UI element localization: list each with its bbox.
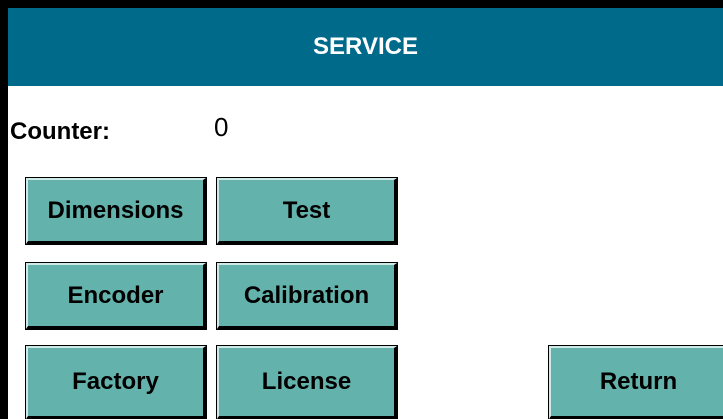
encoder-button[interactable]: Encoder bbox=[25, 262, 207, 330]
license-button-label: License bbox=[261, 368, 352, 395]
service-screen: SERVICE Counter: 0 Dimensions Test Encod… bbox=[8, 8, 723, 419]
calibration-button-label: Calibration bbox=[243, 281, 370, 309]
return-button[interactable]: Return bbox=[548, 345, 723, 419]
counter-value: 0 bbox=[214, 112, 229, 142]
dimensions-button-label: Dimensions bbox=[47, 196, 184, 224]
test-button-label: Test bbox=[282, 196, 331, 224]
calibration-button[interactable]: Calibration bbox=[216, 262, 398, 330]
dimensions-button[interactable]: Dimensions bbox=[25, 177, 207, 245]
header-bar: SERVICE bbox=[8, 8, 723, 86]
page-title: SERVICE bbox=[313, 33, 418, 60]
encoder-button-label: Encoder bbox=[67, 281, 164, 309]
license-button[interactable]: License bbox=[216, 345, 398, 419]
factory-button-label: Factory bbox=[72, 368, 159, 395]
counter-label: Counter: bbox=[10, 118, 110, 145]
factory-button[interactable]: Factory bbox=[25, 345, 207, 419]
return-button-label: Return bbox=[599, 368, 678, 395]
test-button[interactable]: Test bbox=[216, 177, 398, 245]
